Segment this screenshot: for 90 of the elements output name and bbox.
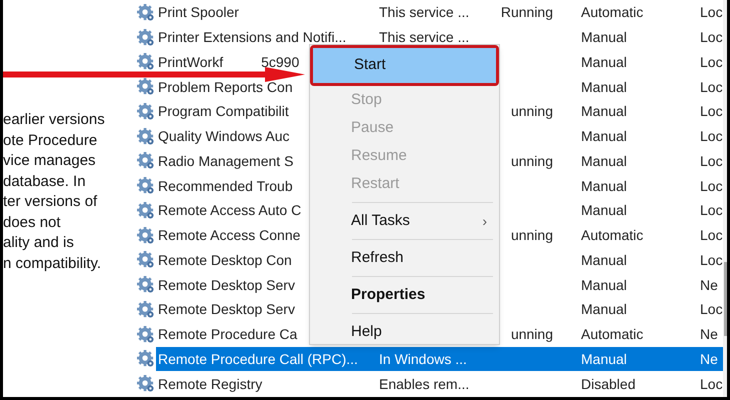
description-text: database. In [3, 172, 86, 192]
gear-icon [137, 78, 154, 96]
menu-item[interactable]: Refresh [310, 244, 499, 272]
startup-type-cell: Disabled [581, 376, 636, 392]
gear-icon [137, 53, 154, 70]
service-name: Remote Desktop Serv [158, 301, 295, 318]
startup-type-cell: Manual [581, 103, 627, 120]
log-on-cell: Ne [700, 350, 718, 367]
service-name: Remote Procedure Call (RPC)... [158, 350, 358, 367]
log-on-cell: Loc [700, 376, 723, 392]
status-cell: unning [510, 227, 553, 244]
log-on-cell: Loc [700, 29, 723, 46]
startup-type-cell: Manual [581, 29, 627, 46]
selected-row[interactable]: Remote Procedure Call (RPC)... In Windows ... Manual Ne [156, 346, 723, 372]
startup-type-cell: Manual [581, 301, 627, 318]
startup-type-cell: Automatic [581, 326, 644, 342]
startup-type-cell: Automatic [581, 4, 644, 20]
startup-type-cell: Manual [581, 54, 627, 70]
gear-icon [137, 226, 154, 244]
description-text: does not [3, 212, 61, 232]
service-name: Remote Desktop Con [158, 252, 292, 268]
menu-item[interactable]: Start [313, 48, 496, 83]
log-on-cell: Loc [700, 252, 723, 268]
scrollbar-thumb[interactable] [724, 262, 727, 336]
startup-type-cell: Manual [581, 128, 627, 144]
startup-type-cell: Manual [581, 78, 627, 95]
status-cell: unning [510, 152, 553, 169]
description-text: vice manages [3, 151, 96, 171]
startup-type-cell: Manual [581, 350, 627, 367]
log-on-cell: Ne [700, 276, 718, 293]
description-text: ality and is [3, 233, 74, 253]
gear-icon [137, 177, 154, 194]
log-on-cell: Loc [700, 4, 723, 20]
service-name: Remote Access Conne [158, 227, 300, 244]
service-name: Quality Windows Auc [158, 128, 290, 144]
gear-icon [137, 375, 154, 392]
description-text: earlier versions [3, 110, 105, 130]
gear-icon [137, 4, 154, 21]
service-name: Remote Access Auto C [158, 202, 302, 218]
menu-item[interactable]: Properties [310, 281, 499, 309]
service-name: PrintWorkf [158, 54, 224, 70]
gear-icon [137, 251, 154, 268]
log-on-cell: Loc [700, 202, 723, 218]
gear-icon [137, 102, 154, 120]
gear-icon [137, 152, 154, 170]
log-on-cell: Loc [700, 152, 723, 169]
description-text: n compatibility. [3, 254, 102, 274]
service-name: 5c990 [261, 54, 300, 70]
service-name: Remote Registry [158, 376, 262, 392]
description-text: ter versions of [3, 192, 98, 212]
status-cell: Running [500, 4, 553, 20]
service-name: Print Spooler [158, 4, 239, 20]
service-name: Recommended Troub [158, 178, 293, 194]
log-on-cell: Loc [700, 54, 723, 70]
status-cell: unning [510, 103, 553, 120]
description-cell: This service ... [379, 4, 470, 20]
service-name: Remote Desktop Serv [158, 276, 295, 293]
gear-icon [137, 350, 154, 368]
description-cell: In Windows ... [379, 350, 467, 367]
log-on-cell: Loc [700, 301, 723, 318]
startup-type-cell: Manual [581, 252, 627, 268]
description-cell: This service ... [379, 29, 470, 46]
service-name: Radio Management S [158, 152, 294, 169]
scrollbar[interactable] [723, 0, 727, 397]
description-text: ote Procedure [3, 130, 98, 150]
startup-type-cell: Manual [581, 276, 627, 293]
startup-type-cell: Manual [581, 202, 627, 218]
log-on-cell: Loc [700, 78, 723, 95]
gear-icon [137, 276, 154, 294]
gear-icon [137, 202, 154, 219]
description-cell: Enables rem... [379, 376, 470, 392]
menu-item[interactable]: All Tasks › [310, 207, 499, 235]
service-name: Problem Reports Con [158, 78, 293, 95]
log-on-cell: Loc [700, 178, 723, 194]
log-on-cell: Loc [700, 128, 723, 144]
log-on-cell: Ne [700, 326, 718, 342]
gear-icon [137, 300, 154, 318]
startup-type-cell: Manual [581, 152, 627, 169]
startup-type-cell: Manual [581, 178, 627, 194]
gear-icon [137, 326, 154, 343]
service-name: Remote Procedure Ca [158, 326, 298, 342]
startup-type-cell: Automatic [581, 227, 644, 244]
log-on-cell: Loc [700, 227, 723, 244]
status-cell: unning [510, 326, 553, 342]
service-name: Printer Extensions and Notifi... [158, 29, 346, 46]
service-name: Program Compatibilit [158, 103, 289, 120]
gear-icon [137, 28, 154, 46]
gear-icon [137, 128, 154, 145]
log-on-cell: Loc [700, 103, 723, 120]
menu-item[interactable]: Help [310, 318, 499, 346]
